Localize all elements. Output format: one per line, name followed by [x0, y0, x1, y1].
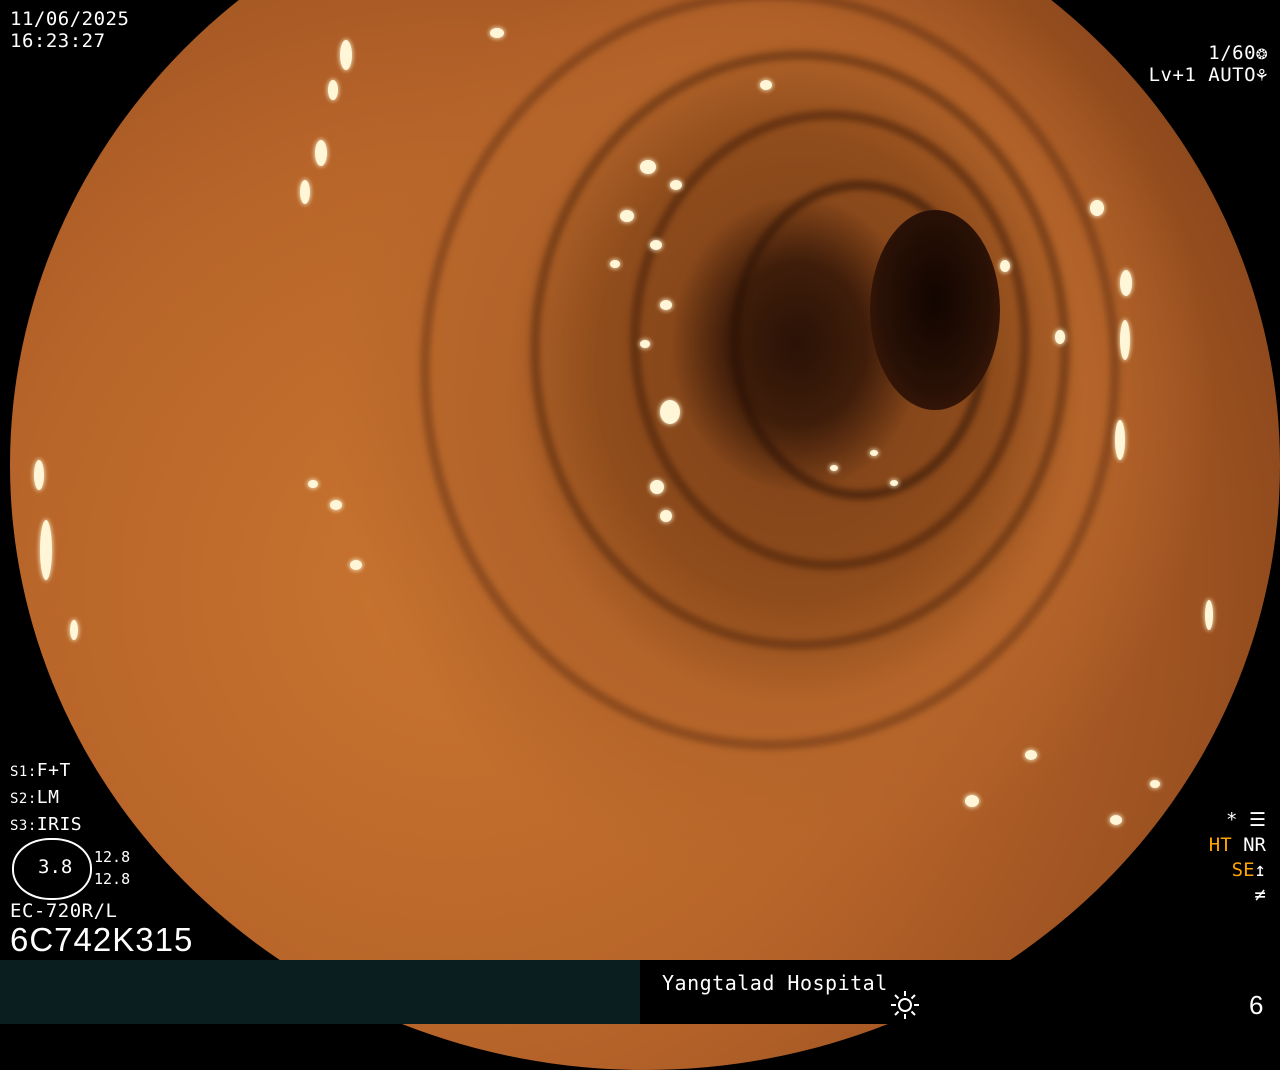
highlight — [650, 240, 662, 250]
enhance-curve-icon: ↥ — [1254, 859, 1266, 881]
highlight — [870, 450, 878, 456]
date: 11/06/2025 — [10, 8, 130, 30]
brightness-level: Lv+1 — [1148, 64, 1197, 86]
settings-sliders-icon: ☰ — [1248, 809, 1266, 831]
highlight — [1090, 200, 1104, 216]
highlight — [70, 620, 78, 640]
highlight — [660, 300, 672, 310]
time: 16:23:27 — [10, 30, 106, 52]
mode-indicators: * ☰ HT NR SE↥ ≠ — [1209, 808, 1266, 908]
endoscope-view — [10, 0, 1280, 1070]
highlight — [490, 28, 504, 38]
gauge-num-bottom: 12.8 — [94, 870, 131, 888]
hospital-name: Yangtalad Hospital — [662, 971, 888, 995]
timestamp: 11/06/2025 16:23:27 — [10, 8, 129, 52]
highlight — [670, 180, 682, 190]
serial-number: 6C742K315 — [10, 921, 194, 958]
disabled-icon: ≠ — [1254, 884, 1266, 906]
star-indicator: * — [1226, 809, 1238, 831]
highlight — [1120, 270, 1132, 296]
highlight — [610, 260, 620, 268]
page-number: 6 — [1249, 990, 1264, 1020]
highlight — [40, 520, 52, 580]
highlight — [1205, 600, 1213, 630]
nr-indicator: NR — [1243, 834, 1266, 856]
exposure-info: 1/60❂ Lv+1 AUTO⚘ — [1149, 42, 1268, 86]
shutter-icon: ❂ — [1256, 42, 1268, 64]
highlight — [315, 140, 327, 166]
highlight — [660, 400, 680, 424]
highlight — [308, 480, 318, 488]
highlight — [965, 795, 979, 807]
s2-key: S2: — [10, 791, 37, 807]
brightness-sun-icon — [891, 991, 919, 1019]
s3-value: IRIS — [36, 814, 83, 835]
highlight — [300, 180, 310, 204]
s1-value: F+T — [36, 760, 71, 781]
highlight — [890, 480, 898, 486]
shutter-speed: 1/60 — [1208, 42, 1257, 64]
auto-mode: AUTO — [1208, 64, 1257, 86]
auto-iris-icon: ⚘ — [1256, 64, 1268, 86]
gauge-value: 3.8 — [38, 856, 73, 878]
highlight — [830, 465, 838, 471]
highlight — [328, 80, 338, 100]
s2-value: LM — [36, 787, 60, 808]
highlight — [340, 40, 352, 70]
s1-key: S1: — [10, 764, 37, 780]
highlight — [1110, 815, 1122, 825]
highlight — [760, 80, 772, 90]
highlight — [650, 480, 664, 494]
highlight — [1000, 260, 1010, 272]
se-indicator: SE — [1231, 859, 1255, 881]
highlight — [640, 160, 656, 174]
lens-gauge-icon: 3.8 — [12, 838, 92, 900]
highlight — [1150, 780, 1160, 788]
highlight — [660, 510, 672, 522]
highlight — [1055, 330, 1065, 344]
highlight — [1025, 750, 1037, 760]
ht-indicator: HT — [1208, 834, 1232, 856]
bottom-bar — [0, 960, 1280, 1024]
highlight — [350, 560, 362, 570]
highlight — [620, 210, 634, 222]
gauge-num-top: 12.8 — [94, 848, 131, 866]
scope-settings: S1:F+T S2:LM S3:IRIS — [10, 758, 82, 839]
highlight — [640, 340, 650, 348]
gauge-numbers: 12.8 12.8 — [94, 846, 130, 890]
highlight — [1115, 420, 1125, 460]
lumen — [870, 210, 1000, 410]
highlight — [34, 460, 44, 490]
scope-model: EC-720R/L — [10, 900, 118, 922]
highlight — [1120, 320, 1130, 360]
s3-key: S3: — [10, 818, 37, 834]
highlight — [330, 500, 342, 510]
